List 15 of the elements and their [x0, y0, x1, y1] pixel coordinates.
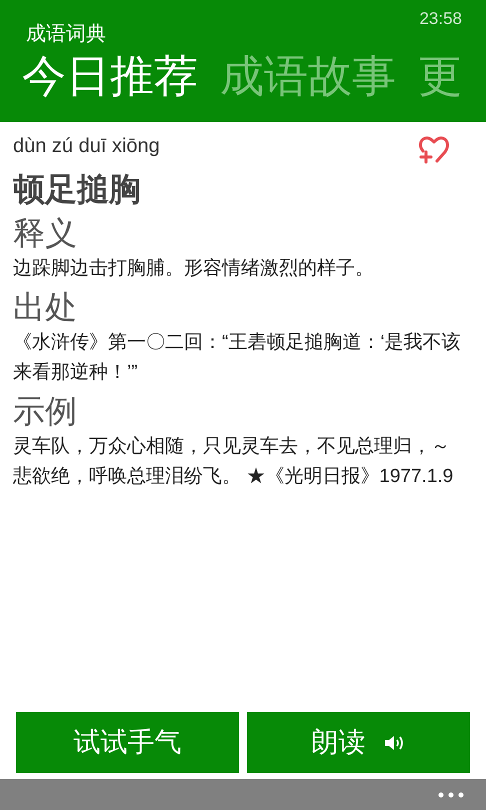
section-heading: 出处 — [13, 288, 77, 327]
section-text: 灵车队，万众心相随，只见灵车去，不见总理归，～悲欲绝，呼唤总理泪纷飞。 ★《光明日报》1977.1.9 — [13, 435, 454, 489]
section-heading: 释义 — [13, 214, 77, 253]
speaker-icon — [384, 734, 406, 750]
section-text: 边跺脚边击打胸脯。形容情绪激烈的样子。 — [13, 257, 375, 281]
section-heading: 示例 — [13, 392, 77, 431]
pinyin-text: dùn zú duī xiōng — [13, 134, 160, 159]
more-icon[interactable] — [438, 792, 464, 798]
action-button[interactable]: 试试手气 — [16, 712, 239, 773]
tab[interactable]: 今日推荐 — [22, 50, 198, 104]
idiom-title: 顿足搥胸 — [13, 170, 141, 209]
section-text: 《水浒传》第一〇二回：“王砉顿足搥胸道：‘是我不该来看那逆种！’” — [13, 331, 462, 385]
action-button[interactable]: 朗读 — [247, 712, 470, 773]
clock-time: 23:58 — [419, 8, 462, 30]
app-title: 成语词典 — [26, 22, 106, 47]
